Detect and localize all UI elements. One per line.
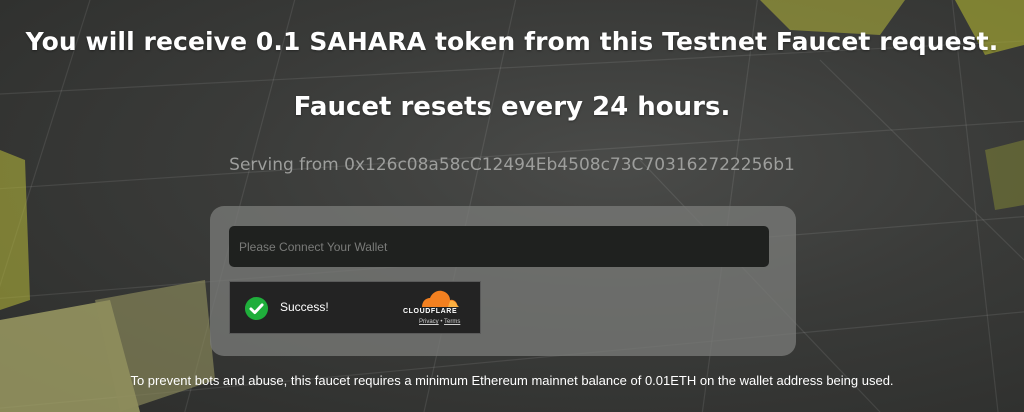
wallet-address-input[interactable]: [229, 226, 769, 267]
cloudflare-logo-icon: [422, 290, 459, 307]
page-content: You will receive 0.1 SAHARA token from t…: [0, 0, 1024, 412]
serving-address: Serving from 0x126c08a58cC12494Eb4508c73…: [229, 155, 795, 175]
captcha-status: Success!: [280, 300, 329, 314]
cloudflare-turnstile-widget[interactable]: Success! CLOUDFLARE Privacy • Terms: [229, 281, 481, 334]
check-circle-icon: [244, 296, 269, 321]
terms-link[interactable]: Terms: [444, 319, 460, 325]
balance-requirement-note: To prevent bots and abuse, this faucet r…: [130, 373, 894, 388]
reward-headline: You will receive 0.1 SAHARA token from t…: [25, 27, 999, 56]
link-separator: •: [440, 319, 443, 325]
privacy-link[interactable]: Privacy: [419, 319, 439, 325]
captcha-legal-links: Privacy • Terms: [419, 319, 460, 325]
reset-headline: Faucet resets every 24 hours.: [293, 92, 731, 122]
faucet-panel: Success! CLOUDFLARE Privacy • Terms: [210, 206, 796, 356]
cloudflare-wordmark: CLOUDFLARE: [403, 308, 458, 315]
